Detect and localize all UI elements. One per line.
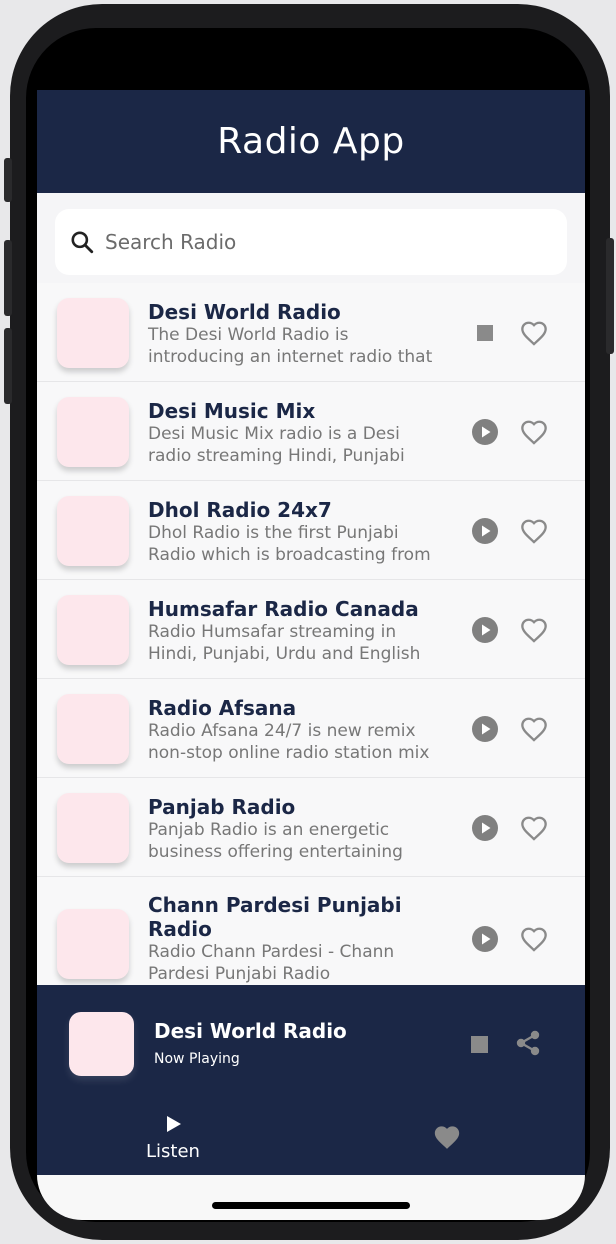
tab-bar: Listen [37,1098,585,1175]
station-thumbnail [57,496,129,566]
station-row[interactable]: Dhol Radio 24x7 Dhol Radio is the first … [37,481,585,580]
favorite-button[interactable] [518,318,550,348]
station-description: Pardesi Punjabi Radio [148,964,331,984]
volume-up-button [4,240,12,316]
station-name: Dhol Radio 24x7 [148,498,332,522]
station-thumbnail [57,397,129,467]
station-info: Dhol Radio 24x7 Dhol Radio is the first … [148,498,448,566]
now-playing-title: Desi World Radio [154,1019,347,1043]
station-description: Radio which is broadcasting from [148,545,431,565]
station-thumbnail [57,793,129,863]
station-thumbnail [57,694,129,764]
share-icon[interactable] [514,1029,542,1057]
power-button [606,238,614,354]
app-header: Radio App [37,90,585,193]
station-row[interactable]: Desi Music Mix Desi Music Mix radio is a… [37,382,585,481]
stop-button[interactable] [470,318,500,348]
station-description: introducing an internet radio that [148,347,433,367]
favorite-button[interactable] [518,417,550,447]
favorite-button[interactable] [518,516,550,546]
station-row[interactable]: Humsafar Radio Canada Radio Humsafar str… [37,580,585,679]
play-button[interactable] [470,714,500,744]
station-info: Panjab Radio Panjab Radio is an energeti… [148,795,448,863]
play-button[interactable] [470,813,500,843]
play-circle-icon [472,617,498,643]
search-input[interactable] [105,230,567,254]
station-name: Radio Afsana [148,696,297,720]
station-description: non-stop online radio station mix [148,743,430,763]
station-info: Humsafar Radio Canada Radio Humsafar str… [148,597,448,665]
station-name: Chann Pardesi Punjabi [148,893,402,917]
station-name: Desi Music Mix [148,399,316,423]
play-button[interactable] [470,417,500,447]
play-icon [167,1116,181,1132]
station-thumbnail [57,595,129,665]
station-description: Panjab Radio is an energetic [148,820,390,840]
station-description: Radio Humsafar streaming in [148,622,397,642]
heart-outline-icon [521,717,547,742]
station-description: The Desi World Radio is [148,325,349,345]
page-title: Radio App [217,121,405,162]
station-info: Radio Afsana Radio Afsana 24/7 is new re… [148,696,448,764]
station-description: Radio Chann Pardesi - Chann [148,942,395,962]
station-info: Desi World Radio The Desi World Radio is… [148,300,448,368]
station-row[interactable]: Radio Afsana Radio Afsana 24/7 is new re… [37,679,585,778]
tab-listen[interactable]: Listen [133,1114,213,1164]
heart-outline-icon [521,618,547,643]
heart-filled-icon[interactable] [432,1124,462,1150]
heart-outline-icon [521,816,547,841]
station-thumbnail [57,298,129,368]
favorite-button[interactable] [518,813,550,843]
station-thumbnail [57,909,129,979]
heart-outline-icon [521,519,547,544]
play-button[interactable] [470,615,500,645]
stop-icon [477,325,493,341]
search-icon [71,231,94,254]
station-list: Desi World Radio The Desi World Radio is… [37,283,585,987]
play-circle-icon [472,716,498,742]
favorite-button[interactable] [518,615,550,645]
station-description: radio streaming Hindi, Punjabi [148,446,405,466]
now-playing-thumbnail [69,1012,134,1076]
heart-outline-icon [521,321,547,346]
stop-icon [470,1035,488,1053]
play-button[interactable] [470,924,500,954]
home-indicator-area [37,1175,585,1220]
station-name: Humsafar Radio Canada [148,597,419,621]
station-name: Panjab Radio [148,795,296,819]
tab-listen-label: Listen [146,1141,200,1162]
now-playing-status: Now Playing [154,1051,240,1067]
search-bar [37,193,585,283]
station-name: Desi World Radio [148,300,341,324]
station-name: Radio [148,917,212,941]
mute-switch [4,158,12,202]
station-description: Radio Afsana 24/7 is new remix [148,721,416,741]
favorite-button[interactable] [518,924,550,954]
notch [178,28,446,72]
heart-outline-icon [521,420,547,445]
station-row[interactable]: Chann Pardesi Punjabi Radio Radio Chann … [37,877,585,987]
search-box[interactable] [55,209,567,275]
now-playing-bar[interactable]: Desi World Radio Now Playing [37,985,585,1098]
heart-outline-icon [521,927,547,952]
play-circle-icon [472,419,498,445]
station-description: Desi Music Mix radio is a Desi [148,424,400,444]
volume-down-button [4,328,12,404]
now-playing-stop-button[interactable] [468,1033,490,1055]
home-indicator[interactable] [212,1202,410,1209]
station-row[interactable]: Desi World Radio The Desi World Radio is… [37,283,585,382]
station-description: Dhol Radio is the first Punjabi [148,523,399,543]
station-info: Chann Pardesi Punjabi Radio Radio Chann … [148,893,448,985]
app-screen: Radio App Desi World Radio The Desi Worl… [37,90,585,1175]
station-description: Hindi, Punjabi, Urdu and English [148,644,421,664]
play-button[interactable] [470,516,500,546]
station-info: Desi Music Mix Desi Music Mix radio is a… [148,399,448,467]
play-circle-icon [472,518,498,544]
play-circle-icon [472,815,498,841]
play-circle-icon [472,926,498,952]
station-description: business offering entertaining [148,842,403,862]
station-row[interactable]: Panjab Radio Panjab Radio is an energeti… [37,778,585,877]
favorite-button[interactable] [518,714,550,744]
